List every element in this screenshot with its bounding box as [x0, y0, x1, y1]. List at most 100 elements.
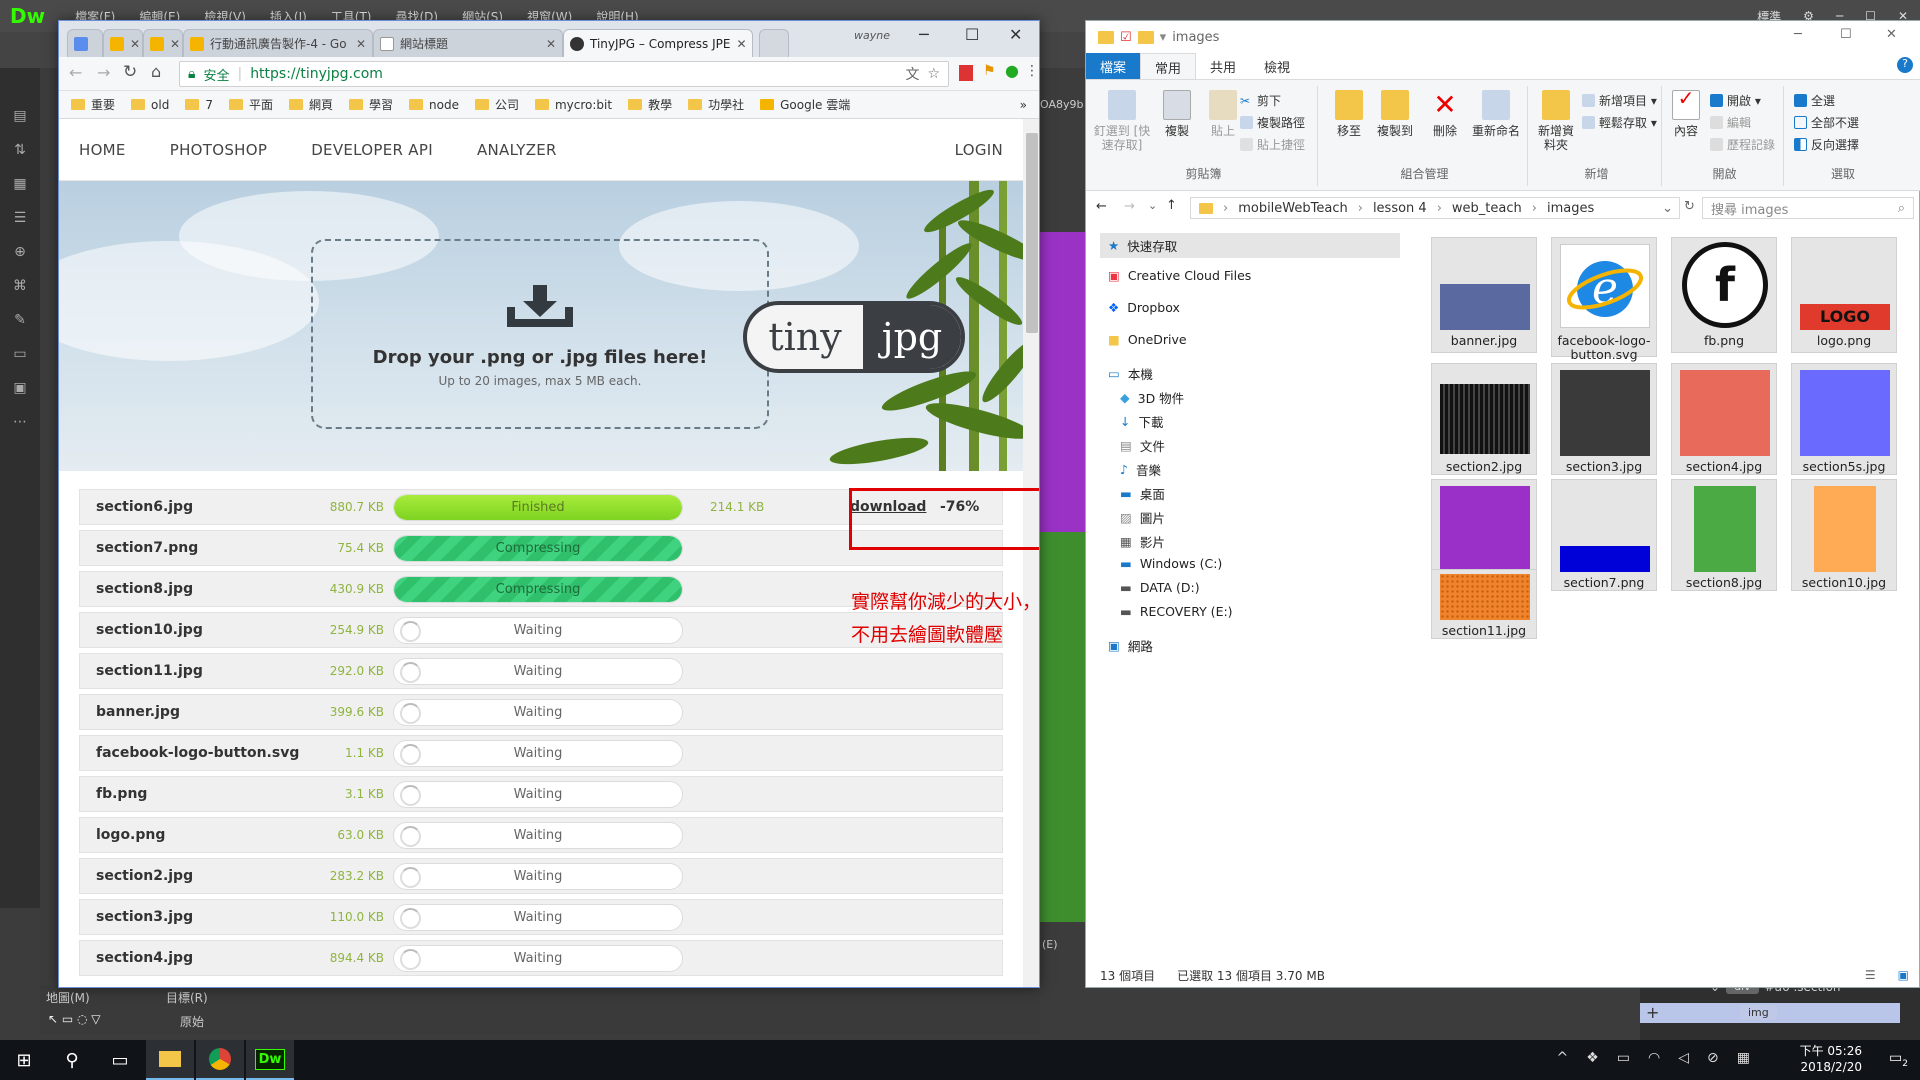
nav-this-pc[interactable]: ▭ 本機 [1100, 361, 1161, 386]
dom-img-tag[interactable]: img [1740, 1005, 1777, 1020]
tab-view[interactable]: 檢視 [1250, 53, 1304, 79]
path-segment[interactable]: lesson 4 [1373, 201, 1427, 216]
path-segment[interactable]: mobileWebTeach [1238, 201, 1348, 216]
link-icon[interactable]: ⌘ [13, 278, 27, 294]
bookmark-folder[interactable]: 網頁 [288, 96, 333, 113]
tab-tinyjpg[interactable]: TinyJPG – Compress JPE ✕ [563, 29, 753, 57]
target-icon[interactable]: ⊕ [14, 244, 26, 260]
nav-drive-e[interactable]: ▬ RECOVERY (E:) [1112, 601, 1241, 622]
pin-button[interactable]: 釘選到 [快速存取] [1092, 90, 1152, 152]
scrollbar-thumb[interactable] [1026, 133, 1038, 333]
help-icon[interactable]: ? [1897, 57, 1913, 73]
star-icon[interactable]: ☆ [927, 66, 948, 82]
new-item-button[interactable]: 新增項目 ▾ [1582, 92, 1657, 109]
properties-button[interactable]: ✓ 內容 [1668, 88, 1704, 138]
more-icon[interactable]: ⋯ [13, 414, 27, 430]
tab-share[interactable]: 共用 [1196, 53, 1250, 79]
close-icon[interactable]: ✕ [1886, 27, 1897, 42]
edit-button[interactable]: 編輯 [1710, 114, 1751, 131]
up-icon[interactable]: ↑ [1166, 198, 1177, 213]
chevron-down-icon[interactable]: ⌄ [1148, 199, 1157, 212]
nav-photoshop[interactable]: PHOTOSHOP [170, 141, 267, 159]
home-icon[interactable]: ⌂ [151, 62, 161, 81]
tab-4[interactable]: 行動通訊廣告製作-4 - Go ✕ [183, 29, 373, 57]
extension-icon[interactable]: ● [1005, 61, 1019, 80]
close-tab-icon[interactable]: ✕ [170, 37, 180, 51]
add-icon[interactable]: + [1646, 1003, 1659, 1022]
search-icon[interactable]: ⚲ [48, 1040, 96, 1080]
chevron-down-icon[interactable]: ▾ [1160, 30, 1167, 45]
new-tab-button[interactable] [759, 29, 789, 57]
file-tile[interactable]: banner.jpg [1431, 237, 1537, 353]
forward-icon[interactable]: → [1124, 199, 1135, 214]
select-none-button[interactable]: 全部不選 [1794, 114, 1859, 131]
nav-music[interactable]: ♪ 音樂 [1112, 457, 1169, 482]
panel-icon[interactable]: ▣ [13, 380, 26, 396]
close-icon[interactable]: ✕ [1009, 25, 1022, 44]
bookmark-google-drive[interactable]: Google 雲端 [760, 96, 850, 113]
select-all-button[interactable]: 全選 [1794, 92, 1835, 109]
file-explorer-icon[interactable] [146, 1040, 194, 1080]
pointer-icon[interactable]: ↖ ▭ ◌ ▽ [48, 1012, 101, 1026]
file-tile[interactable]: section7.png [1551, 479, 1657, 591]
bookmark-folder[interactable]: 功學社 [688, 96, 744, 113]
minimize-icon[interactable]: ─ [919, 25, 929, 44]
nav-downloads[interactable]: ↓ 下載 [1112, 409, 1172, 434]
chevron-right-icon[interactable]: » [1020, 98, 1039, 112]
nav-videos[interactable]: ▦ 影片 [1112, 529, 1173, 554]
comment-icon[interactable]: ▭ [13, 346, 26, 362]
tab-3[interactable]: ✕ [143, 29, 183, 57]
address-bar[interactable]: 🔒︎ 安全 | https://tinyjpg.com 文 ☆ [179, 61, 949, 87]
windows-start-icon[interactable]: ⊞ [0, 1040, 48, 1080]
minimize-icon[interactable]: ─ [1794, 27, 1802, 42]
bookmark-folder[interactable]: old [131, 98, 169, 112]
bookmark-folder[interactable]: 平面 [228, 96, 273, 113]
bookmark-folder[interactable]: 7 [185, 98, 213, 112]
bookmark-folder[interactable]: 公司 [474, 96, 519, 113]
panel-icon[interactable]: ▦ [13, 176, 26, 192]
volume-icon[interactable]: ◁ [1678, 1050, 1689, 1066]
file-icon[interactable]: ▤ [13, 108, 26, 124]
brush-icon[interactable]: ✎ [14, 312, 26, 328]
nav-drive-d[interactable]: ▬ DATA (D:) [1112, 577, 1208, 598]
close-tab-icon[interactable]: ✕ [130, 37, 140, 51]
file-tile[interactable]: f fb.png [1671, 237, 1777, 353]
nav-quick-access[interactable]: ★ 快速存取 [1100, 233, 1400, 258]
nav-documents[interactable]: ▤ 文件 [1112, 433, 1173, 458]
nav-network[interactable]: ▣ 網路 [1100, 633, 1161, 658]
nav-home[interactable]: HOME [79, 141, 126, 159]
reload-icon[interactable]: ↻ [123, 62, 137, 82]
panel-icon[interactable]: ☰ [14, 210, 27, 226]
details-view-icon[interactable]: ☰ [1865, 968, 1876, 982]
easy-access-button[interactable]: 輕鬆存取 ▾ [1582, 114, 1657, 131]
nav-pictures[interactable]: ▨ 圖片 [1112, 505, 1173, 530]
drop-zone[interactable]: Drop your .png or .jpg files here! Up to… [311, 239, 769, 429]
extension-icon[interactable] [959, 65, 973, 81]
nav-3d-objects[interactable]: ◆ 3D 物件 [1112, 385, 1192, 410]
copy-to-button[interactable]: 複製到 [1372, 90, 1418, 138]
invert-select-button[interactable]: 反向選擇 [1794, 136, 1859, 153]
history-button[interactable]: 歷程記錄 [1710, 136, 1775, 153]
move-to-button[interactable]: 移至 [1326, 90, 1372, 138]
bookmark-folder[interactable]: node [409, 98, 459, 112]
tab-pinned-1[interactable] [67, 29, 103, 57]
file-tile[interactable]: e facebook-logo-button.svg [1551, 237, 1657, 362]
menu-icon[interactable]: ⋮ [1025, 63, 1039, 79]
tab-5[interactable]: 網站標題 ✕ [373, 29, 563, 57]
nav-login[interactable]: LOGIN [955, 141, 1003, 159]
wifi-icon[interactable]: ◠ [1648, 1050, 1660, 1066]
properties-icon[interactable]: ☑ [1120, 30, 1132, 45]
battery-icon[interactable]: ▭ [1617, 1050, 1630, 1066]
refresh-icon[interactable]: ↻ [1684, 199, 1695, 214]
tab-home[interactable]: 常用 [1140, 53, 1197, 79]
notification-icon[interactable]: ▭2 [1889, 1050, 1908, 1069]
bookmark-folder[interactable]: 重要 [71, 96, 115, 113]
ime-icon[interactable]: ⊘ [1707, 1050, 1719, 1066]
chevron-up-icon[interactable]: ^ [1557, 1050, 1569, 1066]
nav-drive-c[interactable]: ▬ Windows (C:) [1112, 553, 1230, 574]
copy-path-button[interactable]: 複製路徑 [1240, 114, 1305, 131]
bookmark-folder[interactable]: 學習 [348, 96, 393, 113]
extension-icon[interactable]: ⚑ [983, 63, 996, 79]
task-view-icon[interactable]: ▭ [96, 1040, 144, 1080]
file-tile[interactable]: section5s.jpg [1791, 363, 1897, 475]
